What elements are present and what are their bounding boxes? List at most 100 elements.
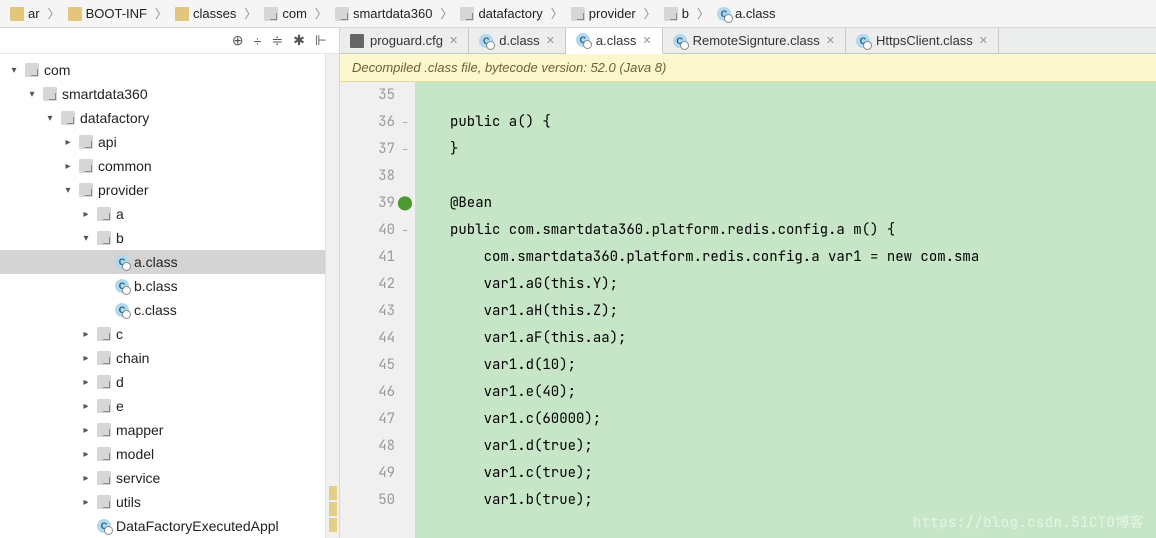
tree-row[interactable]: ▸d xyxy=(0,370,325,394)
pkg-icon xyxy=(79,135,93,149)
fold-icon[interactable]: – xyxy=(402,136,408,163)
pkg-icon xyxy=(335,7,349,21)
expand-icon[interactable]: ▸ xyxy=(62,161,74,172)
locate-icon[interactable]: ⊕ xyxy=(232,32,244,49)
expand-icon[interactable]: ▸ xyxy=(80,401,92,412)
pkg-icon xyxy=(61,111,75,125)
folder-icon xyxy=(10,7,24,21)
fold-icon[interactable]: – xyxy=(402,217,408,244)
main-content: ⊕ ÷ ≑ ✱ ⊩ ▾com▾smartdata360▾datafactory▸… xyxy=(0,28,1156,538)
pkg-icon xyxy=(97,375,111,389)
tree-row[interactable]: ▾datafactory xyxy=(0,106,325,130)
breadcrumb-item[interactable]: b xyxy=(658,4,695,23)
tab-label: HttpsClient.class xyxy=(876,33,973,48)
editor-tab[interactable]: HttpsClient.class ✕ xyxy=(846,28,999,53)
expand-icon[interactable]: ▾ xyxy=(44,113,56,124)
tree-row[interactable]: ▸service xyxy=(0,466,325,490)
expand-icon[interactable]: ▸ xyxy=(80,353,92,364)
settings-icon[interactable]: ✱ xyxy=(293,32,305,49)
close-icon[interactable]: ✕ xyxy=(546,34,555,47)
expand-icon[interactable]: ▸ xyxy=(80,425,92,436)
tree-label: mapper xyxy=(116,422,163,438)
breadcrumb-item[interactable]: a.class xyxy=(711,4,781,23)
editor-tabs: proguard.cfg✕d.class✕a.class✕RemoteSignt… xyxy=(340,28,1156,54)
class-icon xyxy=(115,303,129,317)
tree-row[interactable]: ▾com xyxy=(0,58,325,82)
editor-tab[interactable]: a.class✕ xyxy=(566,28,663,54)
pkg-icon xyxy=(664,7,678,21)
expand-icon[interactable]: ▸ xyxy=(80,473,92,484)
tree-row[interactable]: DataFactoryExecutedAppl xyxy=(0,514,325,538)
tree-row[interactable]: ▾smartdata360 xyxy=(0,82,325,106)
breadcrumb-item[interactable]: classes xyxy=(169,4,242,23)
breadcrumb-separator: 〉 xyxy=(155,5,167,22)
breadcrumb-item[interactable]: BOOT-INF xyxy=(62,4,153,23)
tree-row[interactable]: ▸ mapper xyxy=(0,418,325,442)
tree-row[interactable]: ▸utils xyxy=(0,490,325,514)
line-number: 40 xyxy=(340,217,395,244)
line-number: 43 xyxy=(340,298,395,325)
close-icon[interactable]: ✕ xyxy=(826,34,835,47)
close-icon[interactable]: ✕ xyxy=(449,34,458,47)
tree-row[interactable]: ▾provider xyxy=(0,178,325,202)
expand-icon[interactable]: ▾ xyxy=(80,233,92,244)
tree-label: c.class xyxy=(134,302,177,318)
decompile-banner: Decompiled .class file, bytecode version… xyxy=(340,54,1156,82)
class-icon xyxy=(717,7,731,21)
tree-row[interactable]: ▸common xyxy=(0,154,325,178)
code-content[interactable]: public a() { } @Bean public com.smartdat… xyxy=(416,82,1156,538)
editor-tab[interactable]: proguard.cfg✕ xyxy=(340,28,469,53)
tab-label: RemoteSignture.class xyxy=(693,33,820,48)
breadcrumb-item[interactable]: com xyxy=(258,4,313,23)
expand-icon[interactable]: ▸ xyxy=(62,137,74,148)
expand-icon[interactable]: ▸ xyxy=(80,377,92,388)
divide-icon[interactable]: ÷ xyxy=(254,33,262,49)
close-icon[interactable]: ✕ xyxy=(642,34,651,47)
line-number: 36 xyxy=(340,109,395,136)
expand-icon[interactable]: ▾ xyxy=(26,89,38,100)
tree-row[interactable]: a.class xyxy=(0,250,325,274)
tree-label: api xyxy=(98,134,117,150)
tree-row[interactable]: c.class xyxy=(0,298,325,322)
pkg-icon xyxy=(97,327,111,341)
breadcrumb-item[interactable]: provider xyxy=(565,4,642,23)
tree-label: b.class xyxy=(134,278,178,294)
tree-row[interactable]: b.class xyxy=(0,274,325,298)
breadcrumb-item[interactable]: ar xyxy=(4,4,46,23)
hide-icon[interactable]: ⊩ xyxy=(315,32,327,49)
breadcrumb-item[interactable]: smartdata360 xyxy=(329,4,439,23)
folder-icon xyxy=(68,7,82,21)
code-area[interactable]: 35363738394041424344454647484950 ––⬤– pu… xyxy=(340,82,1156,538)
tree-row[interactable]: ▸a xyxy=(0,202,325,226)
tree-row[interactable]: ▸model xyxy=(0,442,325,466)
project-sidebar: ⊕ ÷ ≑ ✱ ⊩ ▾com▾smartdata360▾datafactory▸… xyxy=(0,28,340,538)
editor-tab[interactable]: d.class✕ xyxy=(469,28,566,53)
tree-label: c xyxy=(116,326,123,342)
pkg-icon xyxy=(97,447,111,461)
expand-icon[interactable]: ▸ xyxy=(80,329,92,340)
editor-tab[interactable]: RemoteSignture.class ✕ xyxy=(663,28,846,53)
tree-row[interactable]: ▸ api xyxy=(0,130,325,154)
expand-icon[interactable]: ▸ xyxy=(80,209,92,220)
project-tree[interactable]: ▾com▾smartdata360▾datafactory ▸ api ▸common… xyxy=(0,54,325,538)
pkg-icon xyxy=(571,7,585,21)
sidebar-scrollbar[interactable] xyxy=(325,54,339,538)
expand-icon[interactable]: ▾ xyxy=(62,185,74,196)
tree-row[interactable]: ▸e xyxy=(0,394,325,418)
tree-row[interactable]: ▾b xyxy=(0,226,325,250)
line-number: 35 xyxy=(340,82,395,109)
close-icon[interactable]: ✕ xyxy=(979,34,988,47)
breadcrumb-label: a.class xyxy=(735,6,775,21)
tree-label: a xyxy=(116,206,124,222)
tree-row[interactable]: ▸chain xyxy=(0,346,325,370)
collapse-icon[interactable]: ≑ xyxy=(271,32,283,49)
bean-gutter-icon[interactable]: ⬤ xyxy=(397,190,413,217)
tree-label: a.class xyxy=(134,254,178,270)
expand-icon[interactable]: ▸ xyxy=(80,497,92,508)
breadcrumb-item[interactable]: datafactory xyxy=(454,4,548,23)
folder-icon xyxy=(175,7,189,21)
tree-row[interactable]: ▸c xyxy=(0,322,325,346)
expand-icon[interactable]: ▾ xyxy=(8,65,20,76)
expand-icon[interactable]: ▸ xyxy=(80,449,92,460)
fold-icon[interactable]: – xyxy=(402,109,408,136)
